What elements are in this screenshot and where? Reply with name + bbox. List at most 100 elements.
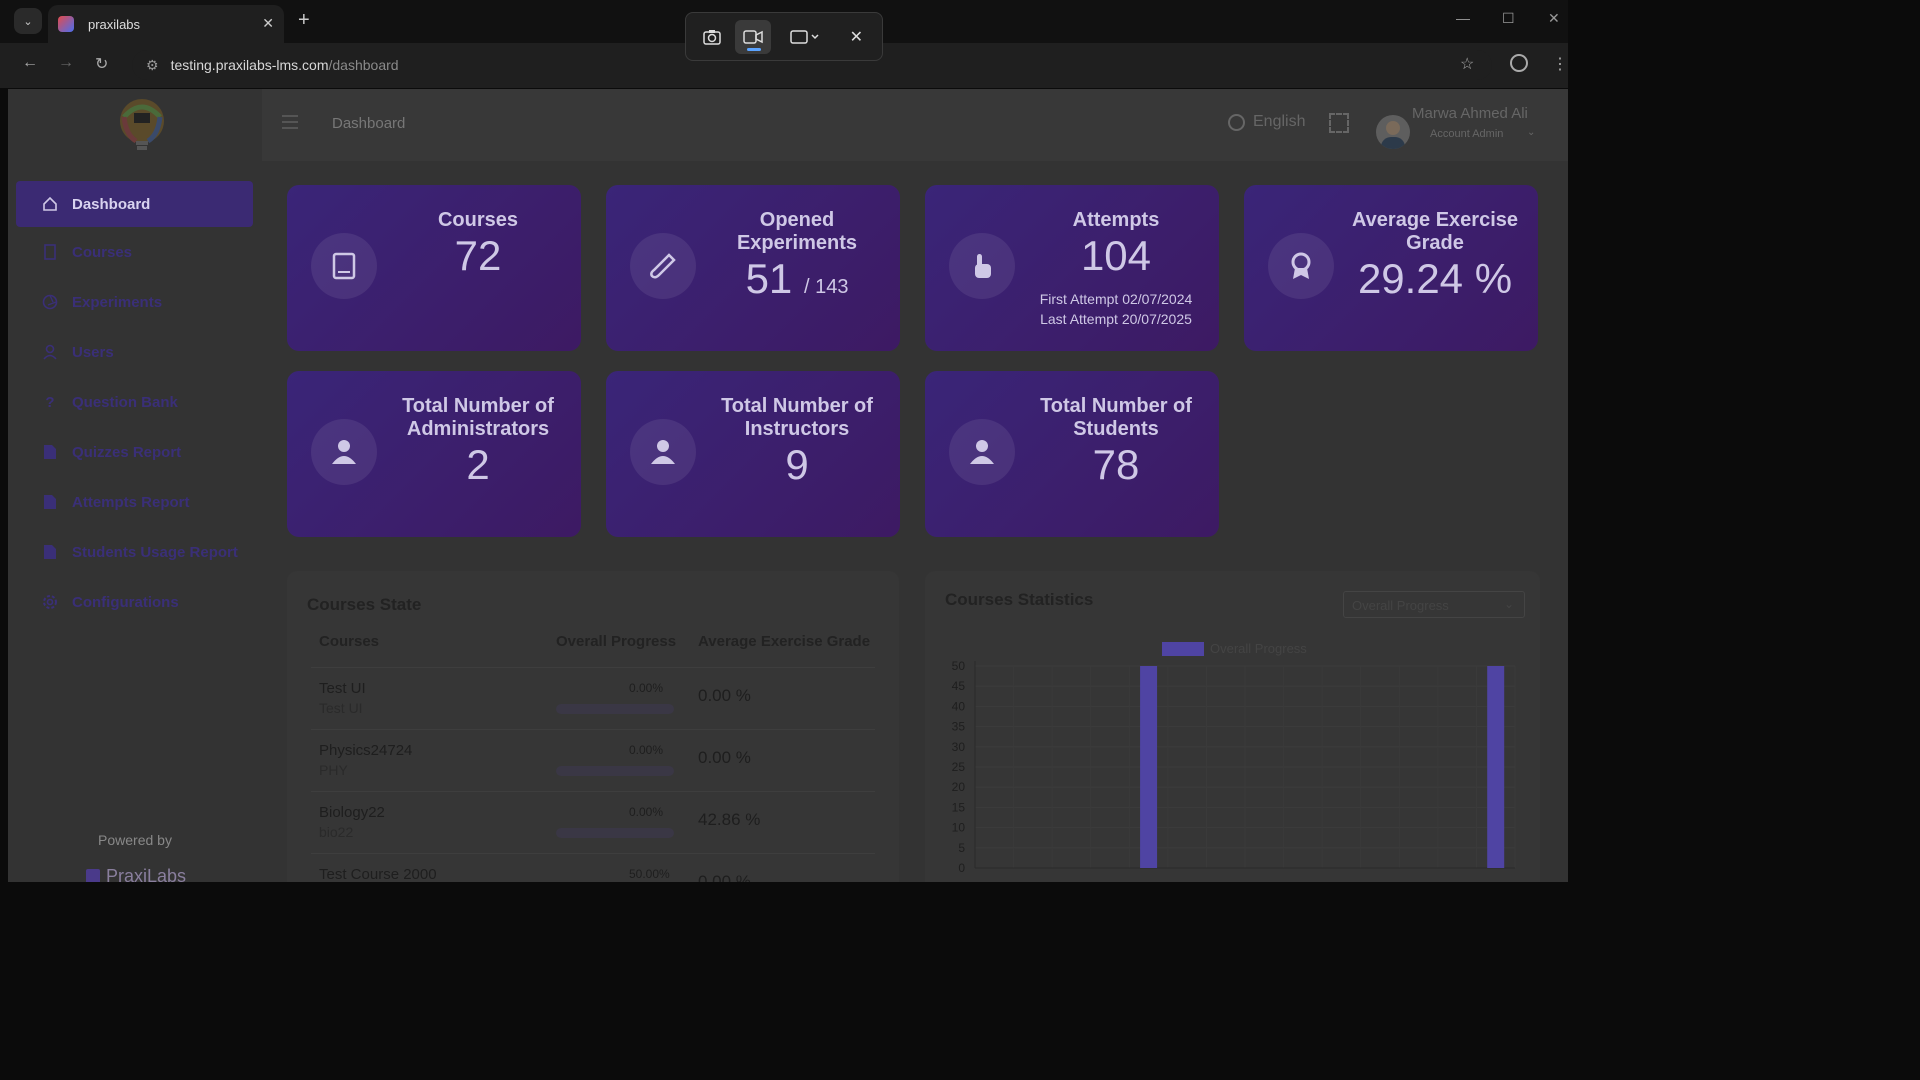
user-role: Account Admin — [1430, 128, 1504, 140]
sidebar-item-configurations[interactable]: Configurations — [16, 579, 253, 625]
courses-card[interactable]: Courses 72 — [287, 185, 581, 351]
card-title: Total Number of Administrators — [402, 395, 554, 440]
sidebar-item-label: Quizzes Report — [72, 443, 182, 461]
maximize-icon[interactable]: ☐ — [1502, 10, 1515, 27]
sidebar-item-label: Courses — [72, 243, 133, 261]
hamburger-menu-icon[interactable] — [282, 115, 298, 133]
language-switcher[interactable]: English — [1228, 113, 1305, 131]
praxilabs-logo[interactable] — [112, 95, 172, 155]
tab-close-icon[interactable]: ✕ — [262, 15, 274, 32]
chart-bar — [1487, 666, 1505, 868]
sidebar-item-quizzes-report[interactable]: Quizzes Report — [16, 429, 253, 475]
tab-favicon-icon — [58, 16, 74, 32]
bookmark-star-icon[interactable]: ☆ — [1460, 54, 1474, 74]
y-tick-label: 30 — [952, 740, 966, 754]
chart-bar — [1140, 666, 1158, 868]
card-title: Attempts — [1072, 209, 1160, 231]
sidebar-item-experiments[interactable]: Experiments — [16, 279, 253, 325]
card-title: Opened Experiments — [736, 209, 858, 254]
card-value: 51 / 143 — [702, 255, 892, 303]
powered-by-label: Powered by — [98, 832, 172, 848]
new-tab-button[interactable]: + — [298, 9, 310, 32]
average-grade-card[interactable]: Average Exercise Grade 29.24 % — [1244, 185, 1538, 351]
column-header-grade: Average Exercise Grade — [698, 633, 871, 650]
close-window-icon[interactable]: ✕ — [1548, 10, 1560, 27]
avatar[interactable] — [1376, 115, 1410, 149]
sidebar-item-label: Users — [72, 343, 114, 361]
browser-tab[interactable]: praxilabs ✕ — [48, 5, 284, 43]
dashboard-content: Courses 72 Opened Experiments 51 / 143 A… — [262, 161, 1568, 882]
progress-bar — [556, 828, 674, 838]
minimize-icon[interactable]: — — [1456, 10, 1470, 26]
opened-experiments-card[interactable]: Opened Experiments 51 / 143 — [606, 185, 900, 351]
course-name: Physics24724 — [319, 742, 413, 759]
profile-icon[interactable] — [1510, 54, 1528, 72]
progress-bar — [556, 704, 674, 714]
screenshot-camera-icon[interactable] — [694, 20, 729, 54]
browser-menu-icon[interactable]: ⋮ — [1552, 54, 1568, 74]
report-icon — [42, 494, 58, 510]
user-name[interactable]: Marwa Ahmed Ali — [1412, 105, 1528, 122]
sidebar-item-students-usage-report[interactable]: Students Usage Report — [16, 529, 253, 575]
sidebar-item-attempts-report[interactable]: Attempts Report — [16, 479, 253, 525]
table-row[interactable]: Biology22 bio22 0.00% 42.86 % — [311, 791, 875, 853]
report-icon — [42, 444, 58, 460]
experiments-total-value: / 143 — [803, 276, 849, 298]
reload-icon[interactable]: ↻ — [95, 54, 108, 74]
aperture-icon — [42, 294, 58, 310]
capture-close-icon[interactable]: ✕ — [839, 20, 874, 54]
courses-state-panel: Courses State Courses Overall Progress A… — [287, 571, 899, 882]
table-row[interactable]: Test Course 2000 50.00% 0.00 % — [311, 853, 875, 882]
tab-search-dropdown[interactable]: ⌄ — [14, 8, 42, 34]
book-icon — [42, 244, 58, 260]
attempts-card[interactable]: Attempts 104 First Attempt 02/07/2024 La… — [925, 185, 1219, 351]
instructors-card[interactable]: Total Number of Instructors 9 — [606, 371, 900, 537]
chevron-down-icon[interactable]: ⌄ — [1527, 127, 1535, 138]
user-icon — [42, 344, 58, 360]
table-row[interactable]: Physics24724 PHY 0.00% 0.00 % — [311, 729, 875, 791]
sidebar-item-users[interactable]: Users — [16, 329, 253, 375]
column-header-progress: Overall Progress — [556, 633, 677, 650]
praxilabs-footer-logo: PraxiLabs — [86, 866, 186, 882]
video-record-icon[interactable] — [735, 19, 771, 54]
progress-percent: 0.00% — [629, 681, 664, 695]
person-icon — [311, 419, 377, 485]
legend-label: Overall Progress — [1210, 641, 1307, 656]
breadcrumb: Dashboard — [332, 115, 406, 132]
question-icon: ? — [45, 393, 55, 411]
home-icon — [42, 196, 58, 212]
fullscreen-icon[interactable] — [1329, 113, 1349, 133]
y-tick-label: 35 — [952, 720, 966, 734]
back-icon[interactable]: ← — [22, 54, 38, 72]
y-tick-label: 0 — [958, 861, 965, 875]
sidebar-item-label: Question Bank — [72, 393, 178, 411]
courses-state-title: Courses State — [307, 595, 422, 614]
card-title: Total Number of Instructors — [721, 395, 873, 440]
students-card[interactable]: Total Number of Students 78 — [925, 371, 1219, 537]
card-value: 78 — [1092, 441, 1140, 488]
card-value: 9 — [785, 441, 809, 488]
capture-region-select[interactable] — [777, 20, 833, 54]
progress-bar — [556, 766, 674, 776]
site-settings-icon[interactable]: ⚙ — [146, 57, 159, 74]
y-tick-label: 25 — [952, 760, 966, 774]
sidebar-item-dashboard[interactable]: Dashboard — [16, 181, 253, 227]
courses-statistics-chart: Overall Progress 0 5 10 15 20 25 30 35 40 45 50 — [952, 641, 1516, 875]
award-icon — [1268, 233, 1334, 299]
card-title: Total Number of Students — [1040, 395, 1192, 440]
course-code: PHY — [319, 762, 348, 778]
y-tick-label: 5 — [958, 841, 965, 855]
course-name: Test Course 2000 — [319, 866, 437, 882]
sidebar-item-question-bank[interactable]: ? Question Bank — [16, 379, 253, 425]
sidebar-item-label: Students Usage Report — [72, 543, 238, 561]
y-tick-label: 10 — [952, 821, 966, 835]
sidebar-item-courses[interactable]: Courses — [16, 229, 253, 275]
administrators-card[interactable]: Total Number of Administrators 2 — [287, 371, 581, 537]
courses-statistics-panel: Courses Statistics Overall Progress ⌄ Ov… — [925, 571, 1540, 882]
card-value: 72 — [454, 232, 502, 279]
card-value: 2 — [466, 441, 490, 488]
book-icon — [311, 233, 377, 299]
hand-pointer-icon — [949, 233, 1015, 299]
table-row[interactable]: Test UI Test UI 0.00% 0.00 % — [311, 667, 875, 729]
forward-icon[interactable]: → — [58, 54, 74, 72]
